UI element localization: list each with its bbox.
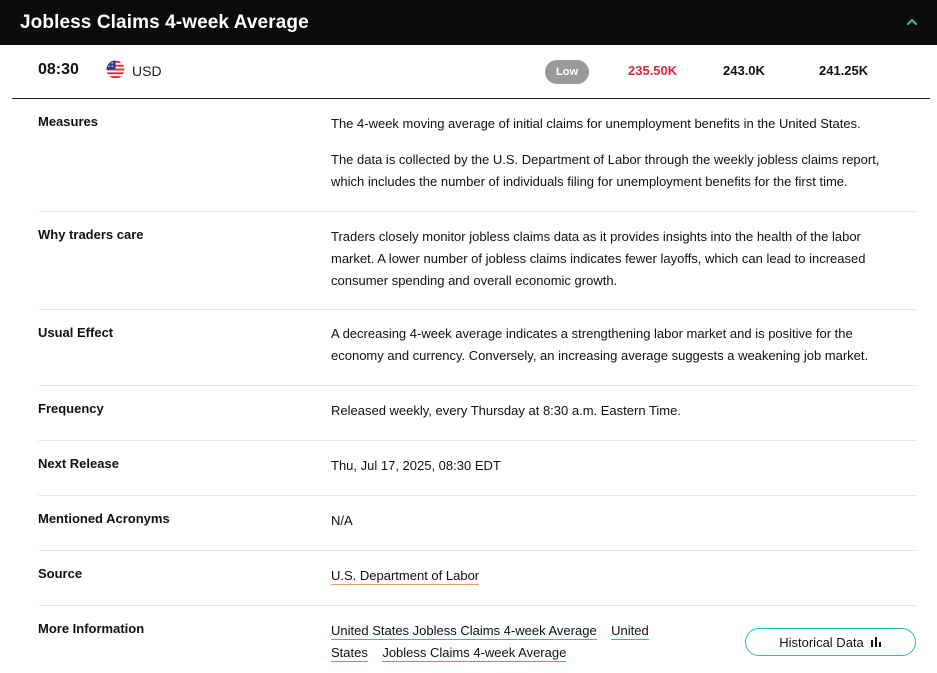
detail-value: Thu, Jul 17, 2025, 08:30 EDT <box>331 458 501 473</box>
event-summary-row: 08:30 USD Low 235.50K 243.0K 241.25K <box>12 45 930 99</box>
detail-row-frequency: Frequency Released weekly, every Thursda… <box>38 386 916 441</box>
event-title: Jobless Claims 4-week Average <box>20 11 309 33</box>
event-header[interactable]: Jobless Claims 4-week Average <box>0 0 937 45</box>
detail-row-measures: Measures The 4-week moving average of in… <box>38 99 916 212</box>
historical-data-label: Historical Data <box>779 634 864 650</box>
detail-value: U.S. Department of Labor <box>331 565 896 587</box>
detail-label: Source <box>38 566 83 581</box>
detail-row-mentioned-acronyms: Mentioned Acronyms N/A <box>38 496 916 551</box>
more-info-link-jobless-claims[interactable]: Jobless Claims 4-week Average <box>382 645 567 662</box>
release-time: 08:30 <box>38 61 79 78</box>
detail-label: Measures <box>38 114 98 129</box>
detail-label: More Information <box>38 621 145 636</box>
more-info-links: United States Jobless Claims 4-week Aver… <box>331 620 676 664</box>
measures-text-1: The 4-week moving average of initial cla… <box>331 116 861 131</box>
detail-label: Mentioned Acronyms <box>38 511 170 526</box>
impact-badge: Low <box>545 60 589 84</box>
us-flag-icon <box>106 60 125 79</box>
more-info-link-jobless-claims-average[interactable]: United States Jobless Claims 4-week Aver… <box>331 623 597 640</box>
actual-value: 235.50K <box>628 63 678 78</box>
detail-label: Frequency <box>38 401 104 416</box>
detail-row-source: Source U.S. Department of Labor <box>38 551 916 606</box>
measures-text-2: The data is collected by the U.S. Depart… <box>331 152 880 189</box>
chevron-up-icon[interactable] <box>905 15 919 29</box>
source-link[interactable]: U.S. Department of Labor <box>331 568 480 585</box>
detail-value: The 4-week moving average of initial cla… <box>331 113 896 193</box>
detail-value: Released weekly, every Thursday at 8:30 … <box>331 403 681 418</box>
detail-row-usual-effect: Usual Effect A decreasing 4-week average… <box>38 310 916 386</box>
bar-chart-icon <box>870 637 881 647</box>
currency-code: USD <box>132 63 162 79</box>
previous-value: 241.25K <box>819 63 869 78</box>
detail-row-more-information: More Information United States Jobless C… <box>38 606 916 673</box>
detail-value: N/A <box>331 513 353 528</box>
historical-data-button[interactable]: Historical Data <box>745 628 916 656</box>
more-info-link-united[interactable]: United <box>611 623 649 640</box>
forecast-value: 243.0K <box>723 63 765 78</box>
detail-label: Why traders care <box>38 227 144 242</box>
more-info-link-states[interactable]: States <box>331 645 368 662</box>
detail-value: Traders closely monitor jobless claims d… <box>331 229 866 288</box>
detail-label: Next Release <box>38 456 119 471</box>
detail-value: A decreasing 4-week average indicates a … <box>331 326 869 363</box>
detail-label: Usual Effect <box>38 325 114 340</box>
detail-row-why-traders-care: Why traders care Traders closely monitor… <box>38 212 916 310</box>
detail-row-next-release: Next Release Thu, Jul 17, 2025, 08:30 ED… <box>38 441 916 496</box>
